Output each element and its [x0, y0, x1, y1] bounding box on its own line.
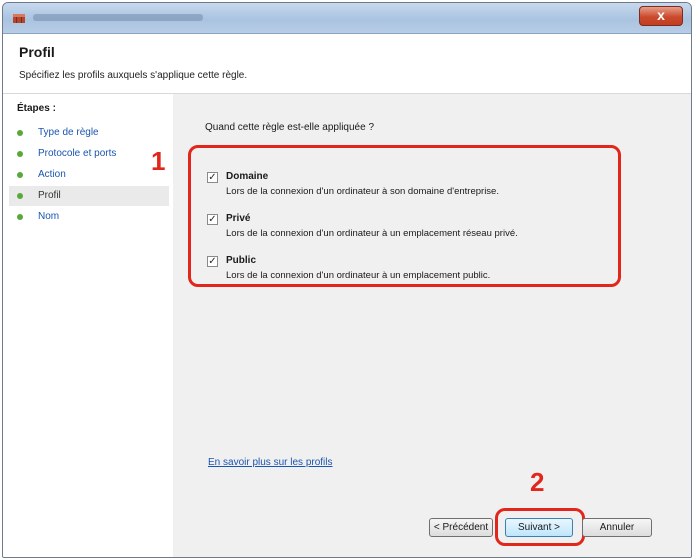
sidebar-item-label: Action	[38, 169, 66, 180]
cancel-button[interactable]: Annuler	[582, 518, 652, 537]
step-bullet-icon	[17, 193, 23, 199]
public-checkbox[interactable]: ✓	[207, 256, 218, 267]
sidebar-item-label: Nom	[38, 211, 60, 222]
learn-more-link[interactable]: En savoir plus sur les profils	[208, 457, 333, 468]
step-bullet-icon	[17, 151, 23, 157]
annotation-marker-2: 2	[530, 467, 545, 497]
public-description: Lors de la connexion d'un ordinateur à u…	[226, 270, 491, 281]
profile-options-highlight: ✓ Domaine Lors de la connexion d'un ordi…	[188, 145, 621, 287]
checkmark-icon: ✓	[208, 256, 217, 267]
main-content: Quand cette règle est-elle appliquée ? ✓…	[151, 94, 691, 557]
previous-button[interactable]: < Précédent	[429, 518, 493, 537]
page-subtitle: Spécifiez les profils auxquels s'appliqu…	[19, 70, 248, 81]
private-label: Privé	[226, 213, 251, 224]
close-button[interactable]: x	[639, 6, 683, 26]
step-bullet-icon	[17, 130, 23, 136]
firewall-app-icon	[12, 11, 26, 25]
checkmark-icon: ✓	[208, 214, 217, 225]
sidebar-item-label: Profil	[38, 190, 61, 201]
steps-sidebar: Étapes : Type de règle Protocole et port…	[3, 94, 173, 557]
sidebar-item-rule-type[interactable]: Type de règle	[9, 123, 169, 143]
checkmark-icon: ✓	[208, 172, 217, 183]
sidebar-item-label: Type de règle	[38, 127, 99, 138]
private-description: Lors de la connexion d'un ordinateur à u…	[226, 228, 518, 239]
domain-label: Domaine	[226, 171, 269, 182]
step-bullet-icon	[17, 172, 23, 178]
page-title: Profil	[19, 44, 55, 60]
profile-question: Quand cette règle est-elle appliquée ?	[205, 122, 375, 133]
domain-description: Lors de la connexion d'un ordinateur à s…	[226, 186, 499, 197]
annotation-marker-1: 1	[151, 146, 166, 176]
step-bullet-icon	[17, 214, 23, 220]
sidebar-item-action[interactable]: Action	[9, 165, 169, 185]
next-button[interactable]: Suivant >	[505, 518, 573, 537]
sidebar-item-protocol-ports[interactable]: Protocole et ports	[9, 144, 169, 164]
domain-checkbox[interactable]: ✓	[207, 172, 218, 183]
window-title-blurred	[33, 14, 203, 21]
sidebar-item-name[interactable]: Nom	[9, 207, 169, 227]
title-bar: x	[3, 3, 691, 34]
private-checkbox[interactable]: ✓	[207, 214, 218, 225]
steps-heading: Étapes :	[17, 103, 56, 114]
wizard-window: x Profil Spécifiez les profils auxquels …	[2, 2, 692, 558]
public-label: Public	[226, 255, 257, 266]
close-icon: x	[657, 7, 665, 23]
sidebar-item-label: Protocole et ports	[38, 148, 117, 159]
sidebar-item-profile[interactable]: Profil	[9, 186, 169, 206]
wizard-header: Profil Spécifiez les profils auxquels s'…	[3, 34, 691, 94]
